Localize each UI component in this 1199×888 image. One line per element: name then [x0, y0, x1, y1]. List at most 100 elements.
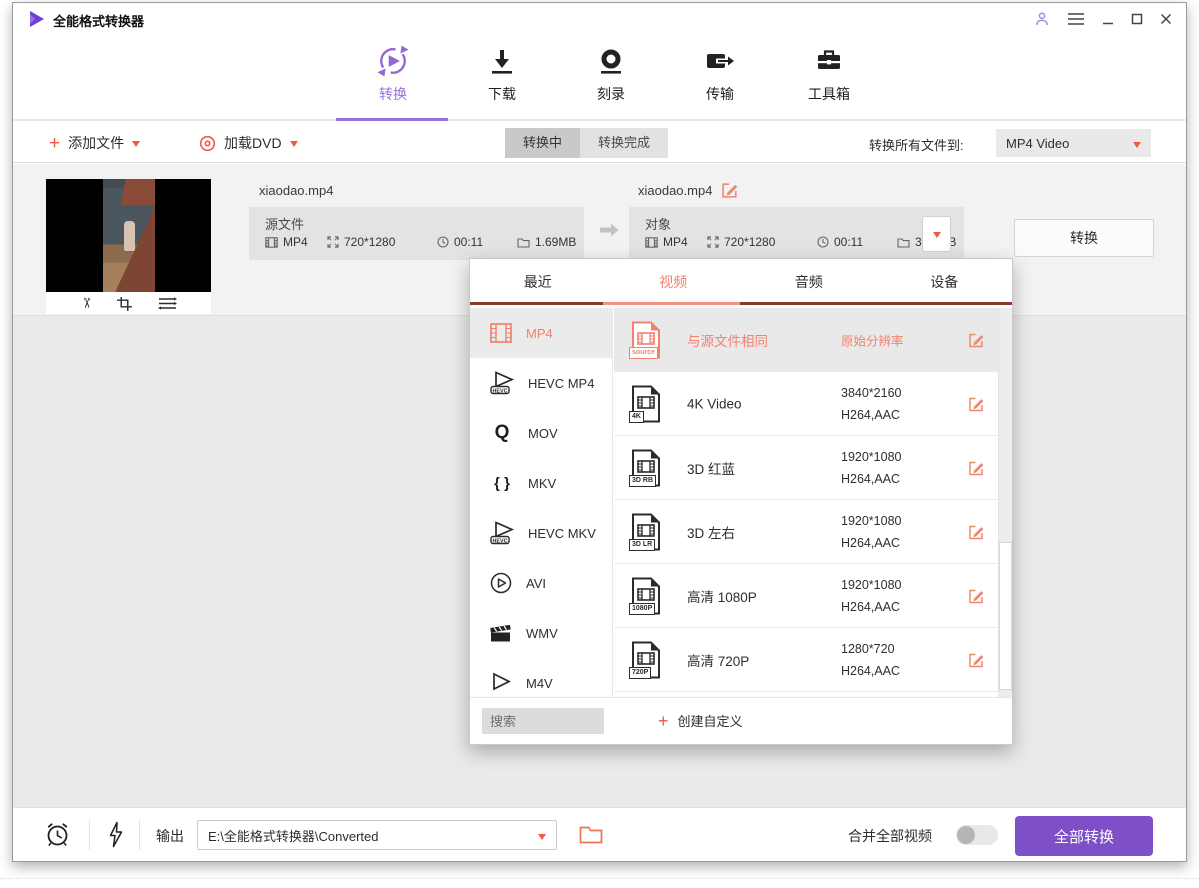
play-outline-icon	[489, 671, 513, 695]
preset-scrollbar[interactable]	[998, 308, 1012, 697]
rename-edit-icon[interactable]	[721, 181, 739, 199]
source-format: MP4	[283, 235, 308, 249]
preset-row-720p[interactable]: 720P 高清 720P 1280*720 H264,AAC	[614, 628, 998, 692]
open-folder-icon[interactable]	[579, 825, 603, 844]
preset-doc-icon: 3D RB	[631, 449, 661, 487]
target-info-box: 对象 MP4 720*1280 00:11	[629, 207, 964, 260]
edit-icon[interactable]	[968, 587, 985, 604]
edit-icon[interactable]	[968, 331, 985, 348]
edit-icon[interactable]	[968, 459, 985, 476]
chevron-down-icon	[132, 141, 140, 151]
format-popup: 最近 视频 音频 设备 MP4 HEVC HEVC MP4	[469, 258, 1013, 745]
create-custom-button[interactable]: + 创建自定义	[658, 711, 743, 730]
convert-icon	[353, 45, 433, 77]
tab-finished[interactable]: 转换完成	[580, 128, 668, 158]
output-format-value: MP4 Video	[1006, 136, 1069, 151]
resize-icon	[707, 236, 719, 248]
dvd-icon	[199, 135, 216, 152]
format-badge: 1080P	[629, 603, 655, 615]
preset-row-1080p[interactable]: 1080P 高清 1080P 1920*1080 H264,AAC	[614, 564, 998, 628]
menu-icon[interactable]	[1067, 12, 1085, 26]
nav-tab-burn[interactable]: 刻录	[571, 45, 651, 104]
preset-row-4k[interactable]: 4K 4K Video 3840*2160 H264,AAC	[614, 372, 998, 436]
preset-resolution: 1920*1080	[841, 574, 901, 596]
schedule-alarm-icon[interactable]	[44, 821, 71, 848]
nav-label: 下载	[462, 84, 542, 104]
nav-tab-toolbox[interactable]: 工具箱	[789, 45, 869, 104]
account-icon[interactable]	[1034, 11, 1050, 27]
merge-videos-toggle[interactable]	[956, 825, 998, 845]
format-item-mov[interactable]: Q MOV	[470, 408, 612, 458]
clock-icon	[817, 236, 829, 248]
source-doc-icon: source	[631, 321, 661, 359]
edit-icon[interactable]	[968, 651, 985, 668]
popup-tab-audio[interactable]: 音频	[741, 259, 877, 305]
video-thumbnail[interactable]	[46, 179, 211, 292]
preset-row-3d-lr[interactable]: 3D LR 3D 左右 1920*1080 H264,AAC	[614, 500, 998, 564]
output-path-select[interactable]: E:\全能格式转换器\Converted	[197, 820, 557, 850]
clock-icon	[437, 236, 449, 248]
preset-resolution: 3840*2160	[841, 382, 901, 404]
format-item-wmv[interactable]: WMV	[470, 608, 612, 658]
source-filename: xiaodao.mp4	[259, 183, 333, 198]
add-files-label: 添加文件	[68, 133, 124, 153]
quicktime-q-icon: Q	[489, 422, 515, 444]
matroska-braces-icon: { }	[489, 475, 515, 492]
trim-icon[interactable]: ✂	[78, 297, 92, 309]
format-item-hevc-mkv[interactable]: HEVC HEVC MKV	[470, 508, 612, 558]
preset-doc-icon: 3D LR	[631, 513, 661, 551]
crop-icon[interactable]	[117, 296, 132, 311]
format-item-mp4[interactable]: MP4	[470, 308, 612, 358]
target-format-dropdown-button[interactable]	[922, 216, 951, 252]
format-item-m4v[interactable]: M4V	[470, 658, 612, 697]
convert-all-button[interactable]: 全部转换	[1015, 816, 1153, 856]
burn-icon	[571, 45, 651, 77]
app-logo-icon	[29, 10, 45, 28]
nav-tab-transfer[interactable]: 传输	[680, 45, 760, 104]
minimize-icon[interactable]	[1102, 13, 1114, 25]
create-custom-label: 创建自定义	[678, 711, 743, 730]
divider	[89, 820, 90, 850]
preset-row-3d-rb[interactable]: 3D RB 3D 红蓝 1920*1080 H264,AAC	[614, 436, 998, 500]
source-duration: 00:11	[454, 235, 483, 249]
preset-row-source[interactable]: source 与源文件相同 原始分辨率	[614, 308, 998, 372]
tab-converting[interactable]: 转换中	[505, 128, 580, 158]
convert-button[interactable]: 转换	[1014, 219, 1154, 257]
format-item-avi[interactable]: AVI	[470, 558, 612, 608]
edit-icon[interactable]	[968, 395, 985, 412]
popup-tab-video[interactable]: 视频	[606, 259, 742, 305]
source-title: 源文件	[265, 214, 304, 233]
target-title: 对象	[645, 214, 671, 233]
preset-name: 高清 1080P	[687, 586, 757, 606]
nav-tab-download[interactable]: 下载	[462, 45, 542, 104]
edit-icon[interactable]	[968, 523, 985, 540]
app-window: 全能格式转换器	[12, 2, 1187, 862]
convert-direction-arrow-icon	[598, 222, 620, 238]
preset-codec: H264,AAC	[841, 468, 901, 490]
popup-tab-recent[interactable]: 最近	[470, 259, 606, 305]
popup-tab-device[interactable]: 设备	[877, 259, 1013, 305]
popup-active-tab-underline	[603, 302, 740, 305]
divider	[139, 820, 140, 850]
transfer-icon	[680, 45, 760, 77]
nav-tab-convert[interactable]: 转换	[353, 45, 433, 104]
load-dvd-button[interactable]: 加载DVD	[199, 123, 298, 163]
film-icon	[265, 237, 278, 248]
svg-text:HEVC: HEVC	[493, 538, 508, 544]
maximize-icon[interactable]	[1131, 13, 1143, 25]
global-output-format-select[interactable]: MP4 Video	[996, 129, 1151, 157]
target-format: MP4	[663, 235, 688, 249]
format-item-hevc-mp4[interactable]: HEVC HEVC MP4	[470, 358, 612, 408]
high-speed-bolt-icon[interactable]	[107, 821, 124, 848]
format-search-input[interactable]	[482, 708, 604, 734]
resize-icon	[327, 236, 339, 248]
format-item-mkv[interactable]: { } MKV	[470, 458, 612, 508]
add-files-button[interactable]: + 添加文件	[49, 123, 140, 163]
close-icon[interactable]	[1160, 13, 1172, 25]
effects-sliders-icon[interactable]	[158, 296, 177, 311]
toolbox-icon	[789, 45, 869, 77]
chevron-down-icon	[933, 232, 941, 242]
scrollbar-thumb[interactable]	[999, 542, 1012, 690]
nav-label: 转换	[353, 84, 433, 104]
chevron-down-icon	[1133, 142, 1141, 152]
